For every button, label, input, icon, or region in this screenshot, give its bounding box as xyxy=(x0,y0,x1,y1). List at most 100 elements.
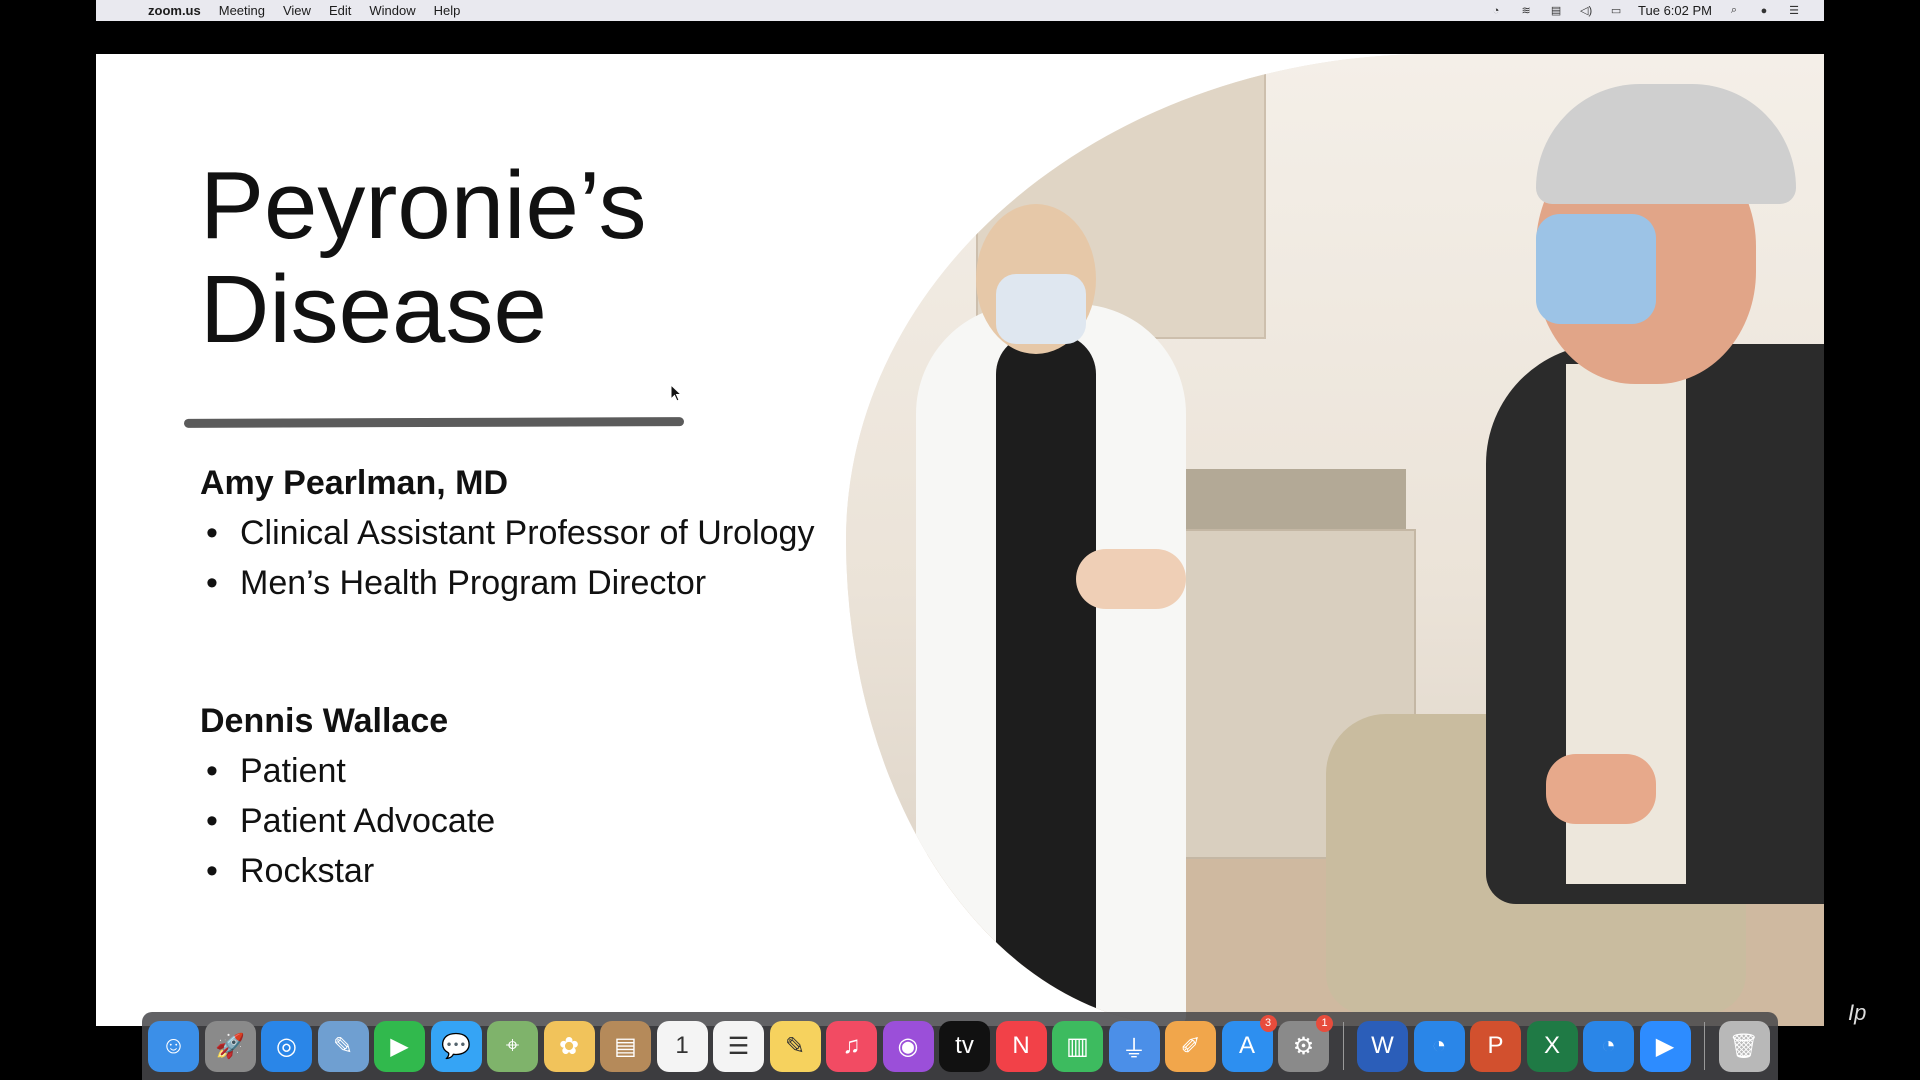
appstore-icon[interactable]: A3 xyxy=(1221,1014,1277,1072)
safari-icon[interactable]: ◎ xyxy=(261,1020,312,1072)
appstore-icon-glyph: A xyxy=(1238,1032,1255,1059)
photo-patient-mask xyxy=(1536,214,1656,324)
pages-icon-glyph: ✐ xyxy=(1180,1032,1201,1060)
trash-icon[interactable]: 🗑 xyxy=(1718,1020,1770,1072)
safari-icon-glyph: ◎ xyxy=(276,1032,297,1060)
launchpad-icon-glyph: 🚀 xyxy=(215,1032,245,1060)
watermark-logo-icon: Ip xyxy=(1848,1000,1867,1025)
photo-patient-hands xyxy=(1546,754,1656,824)
dock-separator xyxy=(1342,1022,1344,1070)
word-icon[interactable]: W xyxy=(1357,1020,1408,1072)
dock-separator xyxy=(1704,1022,1705,1070)
zoom-icon[interactable]: ▶ xyxy=(1639,1020,1691,1072)
numbers-icon-glyph: ▥ xyxy=(1066,1032,1089,1060)
contacts-icon[interactable]: ▤ xyxy=(600,1020,651,1072)
photo-doctor-hands xyxy=(1076,549,1186,609)
excel-icon-glyph: X xyxy=(1543,1032,1560,1059)
music-icon[interactable]: ♫ xyxy=(826,1020,877,1072)
keynote-icon-glyph: ⏚ xyxy=(1122,1035,1146,1063)
volume-icon[interactable]: ◁) xyxy=(1578,4,1594,18)
speaker-name-1: Amy Pearlman, MD xyxy=(200,464,508,502)
facetime-icon-glyph: ▶ xyxy=(390,1032,409,1060)
clock[interactable]: Tue 6:02 PM xyxy=(1638,3,1712,18)
reminders-icon-glyph: ☰ xyxy=(727,1032,750,1060)
messages-icon[interactable]: 💬 xyxy=(430,1020,482,1072)
reminders-icon[interactable]: ☰ xyxy=(713,1020,764,1072)
battery-icon[interactable]: ▭ xyxy=(1608,4,1624,18)
screen-recording-icon[interactable]: ◔ xyxy=(1488,4,1504,18)
system-preferences-icon[interactable]: ⚙ 1 xyxy=(1278,1014,1333,1072)
zoom-icon-glyph: ▶ xyxy=(1655,1032,1675,1060)
podcasts-icon[interactable]: ◉ xyxy=(882,1020,934,1072)
photo-doctor-shirt xyxy=(996,334,1096,1024)
activity-app-icon-glyph: ◔ xyxy=(1431,1032,1447,1059)
exam-room-photo xyxy=(846,54,1824,1026)
presentation-slide: Peyronie’s Disease Amy Pearlman, MD Clin… xyxy=(96,54,1824,1026)
slide-title: Peyronie’s Disease xyxy=(200,154,646,362)
notification-badge: 1 xyxy=(1316,1014,1333,1032)
menu-edit[interactable]: Edit xyxy=(329,3,351,18)
photos-icon[interactable]: ✿ xyxy=(543,1020,595,1072)
trash-icon-glyph: 🗑 xyxy=(1728,1032,1760,1060)
calendar-icon[interactable]: 1 xyxy=(656,1020,708,1072)
notification-badge: 3 xyxy=(1259,1014,1277,1032)
speaker-name-2: Dennis Wallace xyxy=(200,702,449,740)
activity-app-2-icon[interactable]: ◔ xyxy=(1583,1020,1634,1072)
calendar-icon-glyph: 1 xyxy=(675,1032,689,1059)
launchpad-icon[interactable]: 🚀 xyxy=(204,1020,256,1072)
slide-title-line2: Disease xyxy=(200,256,547,363)
news-icon[interactable]: N xyxy=(995,1020,1047,1072)
app-menu[interactable]: zoom.us xyxy=(148,3,201,18)
dock: ☺ 🚀 ◎ ✎ ▶ 💬 ⌖ ✿ ▤ 1 ☰ ✎ ♫ ◉ tv N ▥ ⏚ ✐ A 3 ⚙ 1 W ◔ P X ◔ ▶ 🗑 xyxy=(142,1012,1778,1080)
appletv-icon[interactable]: tv xyxy=(939,1020,990,1072)
role-item: Rockstar xyxy=(200,852,495,890)
keynote-icon[interactable]: ⏚ xyxy=(1108,1020,1160,1072)
activity-app-2-icon-glyph: ◔ xyxy=(1601,1032,1616,1059)
photo-doctor-mask xyxy=(996,274,1086,344)
user-account-icon[interactable]: ● xyxy=(1756,4,1772,18)
photos-icon-glyph: ✿ xyxy=(558,1032,580,1060)
menu-meeting[interactable]: Meeting xyxy=(219,3,265,18)
system-preferences-icon-glyph: ⚙ xyxy=(1292,1032,1315,1060)
contacts-icon-glyph: ▤ xyxy=(614,1032,637,1060)
slide-title-line1: Peyronie’s xyxy=(200,152,647,259)
maps-icon[interactable]: ⌖ xyxy=(487,1020,538,1072)
preview-icon-glyph: ✎ xyxy=(332,1032,354,1060)
powerpoint-icon[interactable]: P xyxy=(1470,1020,1521,1072)
menu-window[interactable]: Window xyxy=(369,3,415,18)
spotlight-search-icon[interactable]: ⌕ xyxy=(1726,4,1742,18)
wifi-icon[interactable]: ≋ xyxy=(1518,4,1534,18)
menu-bar: zoom.us Meeting View Edit Window Help ◔ … xyxy=(96,0,1824,21)
numbers-icon[interactable]: ▥ xyxy=(1052,1020,1103,1072)
maps-icon-glyph: ⌖ xyxy=(505,1032,520,1059)
speaker-1-roles: Clinical Assistant Professor of Urology … xyxy=(200,514,814,614)
role-item: Clinical Assistant Professor of Urology xyxy=(200,514,814,552)
notes-icon-glyph: ✎ xyxy=(784,1032,806,1060)
facetime-icon[interactable]: ▶ xyxy=(374,1020,425,1072)
status-area: ◔ ≋ ▤ ◁) ▭ Tue 6:02 PM ⌕ ● ☰ xyxy=(1488,3,1802,18)
input-source-flag-icon[interactable]: ▤ xyxy=(1548,4,1564,18)
title-underline xyxy=(183,417,685,428)
messages-icon-glyph: 💬 xyxy=(441,1032,471,1060)
role-item: Patient Advocate xyxy=(200,802,495,840)
word-icon-glyph: W xyxy=(1371,1032,1394,1059)
music-icon-glyph: ♫ xyxy=(842,1032,861,1059)
role-item: Men’s Health Program Director xyxy=(200,564,814,602)
excel-icon[interactable]: X xyxy=(1526,1020,1578,1072)
menu-help[interactable]: Help xyxy=(434,3,461,18)
notes-icon[interactable]: ✎ xyxy=(769,1020,821,1072)
news-icon-glyph: N xyxy=(1012,1032,1030,1059)
role-item: Patient xyxy=(200,752,495,790)
podcasts-icon-glyph: ◉ xyxy=(897,1032,919,1060)
preview-icon[interactable]: ✎ xyxy=(317,1020,369,1072)
notification-center-icon[interactable]: ☰ xyxy=(1786,4,1802,18)
activity-app-icon[interactable]: ◔ xyxy=(1413,1020,1465,1072)
menu-view[interactable]: View xyxy=(283,3,311,18)
powerpoint-icon-glyph: P xyxy=(1487,1032,1504,1059)
mouse-cursor-icon xyxy=(670,384,682,402)
speaker-2-roles: Patient Patient Advocate Rockstar xyxy=(200,752,495,902)
finder-icon[interactable]: ☺ xyxy=(148,1020,199,1072)
finder-icon-glyph: ☺ xyxy=(161,1032,186,1059)
appletv-icon-glyph: tv xyxy=(955,1032,974,1059)
pages-icon[interactable]: ✐ xyxy=(1165,1020,1216,1072)
